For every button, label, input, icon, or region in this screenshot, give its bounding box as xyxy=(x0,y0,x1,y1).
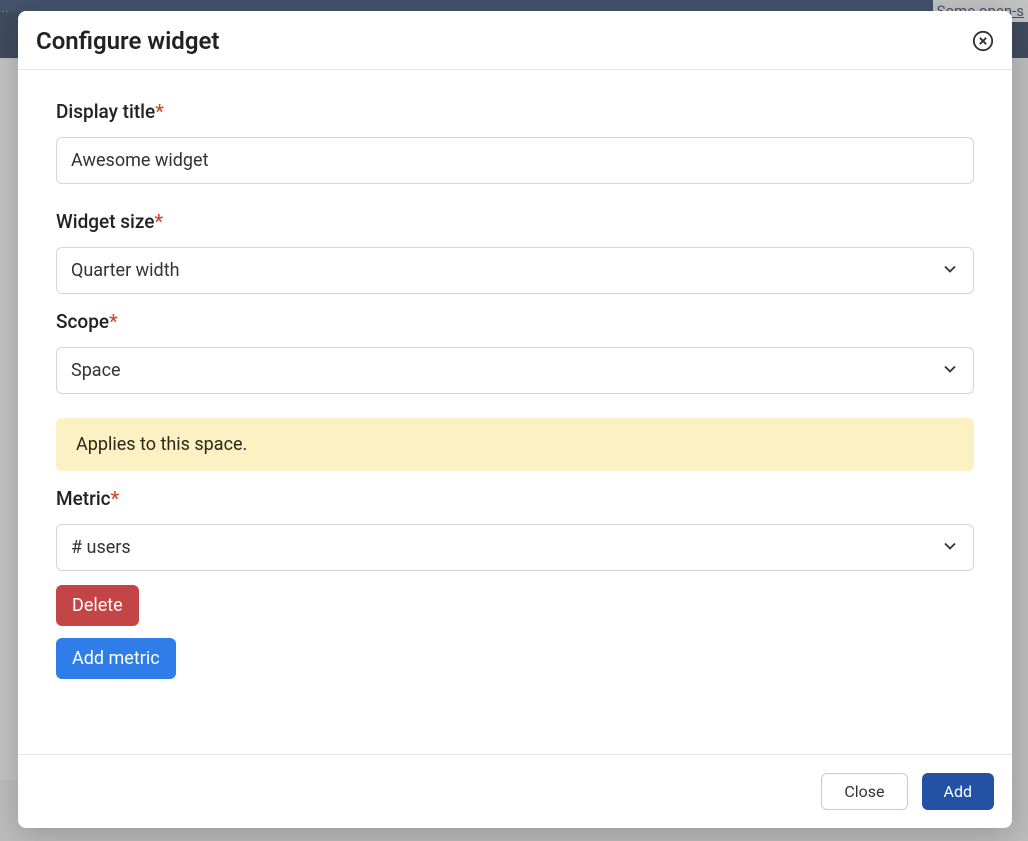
required-asterisk: * xyxy=(155,100,164,123)
required-asterisk: * xyxy=(154,210,163,233)
label-text: Scope xyxy=(56,310,109,333)
scope-select[interactable]: Space xyxy=(56,347,974,394)
required-asterisk: * xyxy=(109,310,118,333)
delete-row: Delete xyxy=(56,585,974,626)
label-text: Widget size xyxy=(56,210,154,233)
delete-button[interactable]: Delete xyxy=(56,585,139,626)
close-button[interactable]: Close xyxy=(821,773,907,810)
display-title-input[interactable] xyxy=(56,137,974,184)
required-asterisk: * xyxy=(111,487,120,510)
scope-notice: Applies to this space. xyxy=(56,418,974,471)
metric-label: Metric* xyxy=(56,487,974,510)
metric-select[interactable]: # users xyxy=(56,524,974,571)
add-metric-button[interactable]: Add metric xyxy=(56,638,176,679)
configure-widget-modal: Configure widget Display title* Widget s… xyxy=(18,11,1012,828)
widget-size-select[interactable]: Quarter width xyxy=(56,247,974,294)
modal-footer: Close Add xyxy=(18,754,1012,828)
modal-header: Configure widget xyxy=(18,11,1012,70)
add-metric-row: Add metric xyxy=(56,638,974,679)
metric-select-wrap: # users xyxy=(56,524,974,571)
add-button[interactable]: Add xyxy=(922,773,994,810)
modal-title: Configure widget xyxy=(36,27,219,55)
scope-label: Scope* xyxy=(56,310,974,333)
display-title-label: Display title* xyxy=(56,100,974,123)
widget-size-label: Widget size* xyxy=(56,210,974,233)
close-icon[interactable] xyxy=(972,30,994,52)
modal-body: Display title* Widget size* Quarter widt… xyxy=(18,70,1012,754)
widget-size-select-wrap: Quarter width xyxy=(56,247,974,294)
label-text: Display title xyxy=(56,100,155,123)
label-text: Metric xyxy=(56,487,111,510)
scope-select-wrap: Space xyxy=(56,347,974,394)
